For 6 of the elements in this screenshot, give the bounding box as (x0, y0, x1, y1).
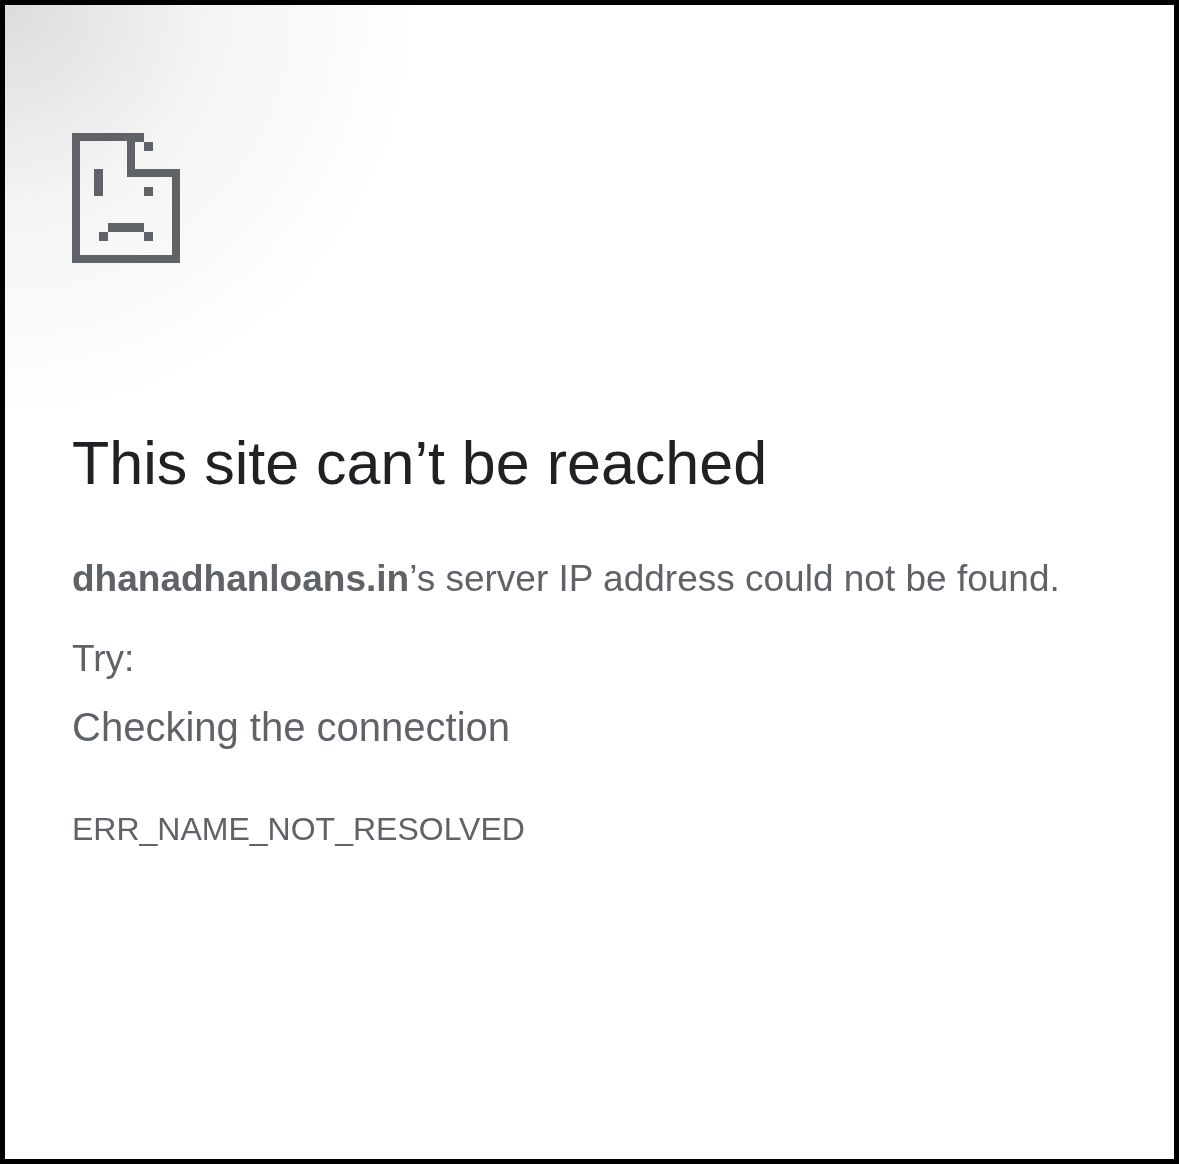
error-heading: This site can’t be reached (72, 428, 769, 499)
suggestion-text: Checking the connection (72, 704, 512, 751)
error-code: ERR_NAME_NOT_RESOLVED (72, 810, 526, 849)
try-label: Try: (72, 637, 136, 681)
error-message: dhanadhanloans.in’s server IP address could not be found. (72, 557, 1061, 601)
sad-file-icon (72, 133, 180, 263)
